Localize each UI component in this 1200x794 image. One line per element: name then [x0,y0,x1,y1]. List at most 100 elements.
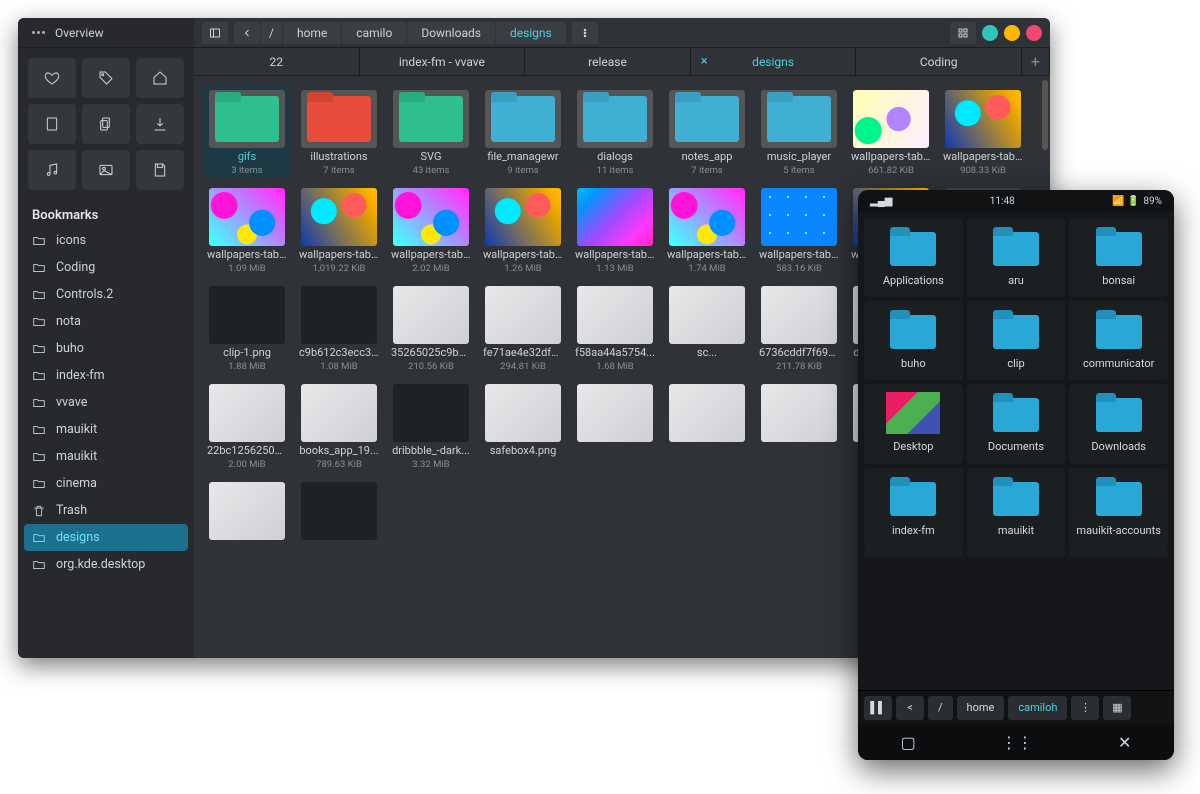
file-item[interactable]: books_app_19...789.63 KiB [296,380,382,472]
file-item[interactable]: c9b612c3ecc3c...1.08 MiB [296,282,382,374]
save-button[interactable] [136,150,184,190]
mobile-item-communicator[interactable]: communicator [1069,301,1168,380]
bookmark-vvave[interactable]: vvave [18,389,194,416]
bookmark-coding[interactable]: Coding [18,254,194,281]
mobile-item-buho[interactable]: buho [864,301,963,380]
mobile-item-clip[interactable]: clip [967,301,1066,380]
mobile-menu-button[interactable]: ⋮ [1071,696,1099,720]
new-tab-button[interactable]: + [1022,48,1050,75]
breadcrumb-Downloads[interactable]: Downloads [407,22,495,44]
bookmark-org.kde.desktop[interactable]: org.kde.desktop [18,551,194,578]
tab-index-fm-vvave[interactable]: index-fm - vvave [360,48,526,75]
file-item[interactable]: fe71ae4e32dfb...294.81 KiB [480,282,566,374]
pictures-button[interactable] [82,150,130,190]
file-item[interactable]: illustrations7 items [296,86,382,178]
mobile-item-mauikit[interactable]: mauikit [967,468,1066,547]
mobile-item-desktop[interactable]: Desktop [864,384,963,463]
maximize-button[interactable] [1004,25,1020,41]
tab-22[interactable]: 22 [194,48,360,75]
bookmarks-list: iconsCodingControls.2notabuhoindex-fmvva… [18,227,194,578]
bookmark-designs[interactable]: designs [24,524,188,551]
file-item[interactable]: SVG43 items [388,86,474,178]
mobile-view-button[interactable]: ▦ [1103,696,1131,720]
mobile-item-mauikit-accounts[interactable]: mauikit-accounts [1069,468,1168,547]
scrollbar[interactable] [1042,80,1048,150]
home-button[interactable] [136,58,184,98]
breadcrumb-home[interactable]: home [283,22,341,44]
file-item[interactable]: 35265025c9bb...210.56 KiB [388,282,474,374]
mobile-item-documents[interactable]: Documents [967,384,1066,463]
sidebar-toggle-button[interactable] [202,22,228,44]
mobile-nav-close[interactable]: ✕ [1118,733,1131,752]
file-item[interactable]: wallpapers-tab...1.74 MiB [664,184,750,276]
minimize-button[interactable] [982,25,998,41]
file-item[interactable]: wallpapers-tab...2.02 MiB [388,184,474,276]
bookmark-buho[interactable]: buho [18,335,194,362]
file-item[interactable] [572,380,658,472]
mobile-item-bonsai[interactable]: bonsai [1069,218,1168,297]
file-item[interactable]: wallpapers-tab...661.82 KiB [848,86,934,178]
menu-button[interactable] [572,22,598,44]
copy-button[interactable] [82,104,130,144]
downloads-button[interactable] [136,104,184,144]
file-item[interactable]: safebox4.png [480,380,566,472]
tab-close-icon[interactable]: × [701,54,708,69]
bookmark-icons[interactable]: icons [18,227,194,254]
close-button[interactable] [1026,25,1042,41]
tags-button[interactable] [82,58,130,98]
file-item[interactable]: gifs3 items [204,86,290,178]
tab-release[interactable]: release [525,48,691,75]
bookmark-trash[interactable]: Trash [18,497,194,524]
mobile-nav-recents[interactable]: ▢ [901,733,916,752]
bookmark-mauikit[interactable]: mauikit [18,443,194,470]
file-item[interactable] [296,478,382,546]
file-item[interactable] [204,478,290,546]
bookmark-cinema[interactable]: cinema [18,470,194,497]
file-item[interactable]: 6736cddf7f69b...211.78 KiB [756,282,842,374]
breadcrumb-camilo[interactable]: camilo [342,22,406,44]
file-meta: 789.63 KiB [316,459,362,470]
breadcrumb-root[interactable]: / [261,22,282,44]
mobile-sidebar-button[interactable]: ▌▌ [864,696,892,720]
mobile-back-button[interactable]: < [896,696,924,720]
file-item[interactable]: notes_app7 items [664,86,750,178]
bookmark-controls.2[interactable]: Controls.2 [18,281,194,308]
mobile-item-aru[interactable]: aru [967,218,1066,297]
bookmark-mauikit[interactable]: mauikit [18,416,194,443]
mobile-grid-scroll[interactable]: Applicationsarubonsai buhoclipcommunicato… [858,212,1174,690]
mobile-nav-home[interactable]: ⋮⋮ [1001,733,1033,752]
file-item[interactable]: music_player5 items [756,86,842,178]
tablet-button[interactable] [28,104,76,144]
file-item[interactable]: dribbble_-dark...3.32 MiB [388,380,474,472]
mobile-item-index-fm[interactable]: index-fm [864,468,963,547]
mobile-crumb-home[interactable]: home [957,696,1005,720]
bookmark-nota[interactable]: nota [18,308,194,335]
mobile-item-downloads[interactable]: Downloads [1069,384,1168,463]
file-item[interactable]: file_managewr9 items [480,86,566,178]
file-item[interactable]: wallpapers-tab...1.13 MiB [572,184,658,276]
file-item[interactable]: wallpapers-tab...908.33 KiB [940,86,1026,178]
file-item[interactable]: sc... [664,282,750,374]
breadcrumb-designs[interactable]: designs [496,22,566,44]
file-item[interactable]: wallpapers-tab...1,019.22 KiB [296,184,382,276]
file-item[interactable]: clip-1.png1.88 MiB [204,282,290,374]
file-item[interactable] [664,380,750,472]
mobile-crumb-root[interactable]: / [928,696,953,720]
tab-coding[interactable]: Coding [856,48,1022,75]
mobile-item-applications[interactable]: Applications [864,218,963,297]
view-mode-button[interactable] [950,22,976,44]
file-item[interactable]: 22bc12562509...2.00 MiB [204,380,290,472]
bookmark-index-fm[interactable]: index-fm [18,362,194,389]
file-item[interactable]: dialogs11 items [572,86,658,178]
file-item[interactable]: wallpapers-tab...583.16 KiB [756,184,842,276]
file-item[interactable]: wallpapers-tab...1.26 MiB [480,184,566,276]
file-item[interactable] [756,380,842,472]
mobile-crumb-user[interactable]: camiloh [1008,696,1067,720]
favorites-button[interactable] [28,58,76,98]
back-button[interactable] [234,22,260,44]
tab-designs[interactable]: ×designs [691,48,857,75]
file-meta: 661.82 KiB [868,165,914,176]
file-item[interactable]: f58aa44a5754...1.68 MiB [572,282,658,374]
music-button[interactable] [28,150,76,190]
file-item[interactable]: wallpapers-tab...1.09 MiB [204,184,290,276]
